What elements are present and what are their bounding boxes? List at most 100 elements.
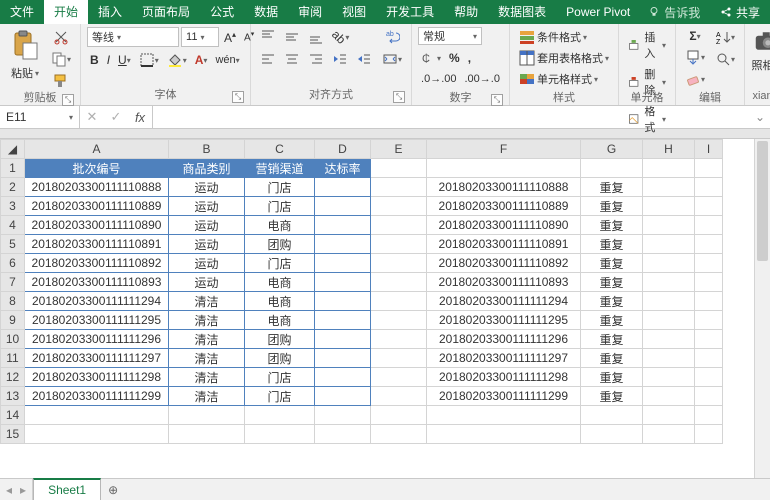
camera-button[interactable] bbox=[751, 27, 770, 55]
alignment-launcher[interactable]: ⤡ bbox=[393, 91, 405, 103]
formula-input[interactable] bbox=[153, 106, 750, 128]
row-header[interactable]: 15 bbox=[1, 425, 25, 444]
cell[interactable] bbox=[371, 387, 427, 406]
cell[interactable] bbox=[643, 178, 695, 197]
cell[interactable] bbox=[695, 235, 723, 254]
col-header-E[interactable]: E bbox=[371, 140, 427, 159]
cell[interactable]: 20180203300111111298 bbox=[25, 368, 169, 387]
cell[interactable]: 20180203300111110893 bbox=[25, 273, 169, 292]
tab-help[interactable]: 帮助 bbox=[444, 0, 488, 24]
cell[interactable]: 重复 bbox=[581, 349, 643, 368]
cell[interactable] bbox=[643, 292, 695, 311]
enter-formula-button[interactable]: ✓ bbox=[104, 109, 128, 125]
cell[interactable]: 运动 bbox=[169, 254, 245, 273]
cell[interactable] bbox=[371, 235, 427, 254]
cell[interactable] bbox=[695, 311, 723, 330]
cell[interactable]: 重复 bbox=[581, 254, 643, 273]
cell[interactable] bbox=[371, 254, 427, 273]
cell[interactable] bbox=[427, 425, 581, 444]
wrap-text-button[interactable]: ab bbox=[379, 27, 405, 47]
cell[interactable]: 商品类别 bbox=[169, 159, 245, 178]
cell[interactable]: 电商 bbox=[245, 273, 315, 292]
cell[interactable]: 运动 bbox=[169, 216, 245, 235]
row-header[interactable]: 9 bbox=[1, 311, 25, 330]
cell[interactable]: 20180203300111110892 bbox=[427, 254, 581, 273]
cell[interactable] bbox=[371, 368, 427, 387]
col-header-B[interactable]: B bbox=[169, 140, 245, 159]
merge-center-button[interactable]: ▾ bbox=[379, 49, 405, 69]
cell[interactable] bbox=[581, 406, 643, 425]
row-header[interactable]: 11 bbox=[1, 349, 25, 368]
align-top-button[interactable] bbox=[257, 27, 279, 47]
scrollbar-thumb[interactable] bbox=[757, 141, 768, 261]
col-header-D[interactable]: D bbox=[315, 140, 371, 159]
cell[interactable] bbox=[695, 349, 723, 368]
tab-formulas[interactable]: 公式 bbox=[200, 0, 244, 24]
insert-cells-button[interactable]: 插入▾ bbox=[625, 27, 669, 63]
cell[interactable]: 门店 bbox=[245, 387, 315, 406]
cell[interactable] bbox=[643, 387, 695, 406]
cancel-formula-button[interactable]: ✕ bbox=[80, 109, 104, 125]
tab-file[interactable]: 文件 bbox=[0, 0, 44, 24]
cell[interactable]: 门店 bbox=[245, 197, 315, 216]
cell[interactable]: 20180203300111110889 bbox=[427, 197, 581, 216]
increase-font-button[interactable]: A▴ bbox=[221, 28, 239, 47]
cell[interactable]: 20180203300111110890 bbox=[427, 216, 581, 235]
cell[interactable] bbox=[695, 368, 723, 387]
cell[interactable]: 20180203300111111295 bbox=[427, 311, 581, 330]
percent-button[interactable]: % bbox=[446, 49, 463, 67]
cell[interactable]: 重复 bbox=[581, 197, 643, 216]
cell[interactable] bbox=[371, 349, 427, 368]
number-launcher[interactable]: ⤡ bbox=[491, 94, 503, 106]
cell[interactable]: 清洁 bbox=[169, 368, 245, 387]
sheet-next-icon[interactable]: ▸ bbox=[20, 483, 26, 497]
row-header[interactable]: 6 bbox=[1, 254, 25, 273]
cell[interactable] bbox=[643, 235, 695, 254]
cell[interactable] bbox=[315, 368, 371, 387]
row-header[interactable]: 2 bbox=[1, 178, 25, 197]
format-as-table-button[interactable]: 套用表格格式▾ bbox=[516, 48, 612, 68]
increase-decimal-button[interactable]: .0→.00 bbox=[418, 71, 459, 87]
cell[interactable] bbox=[695, 330, 723, 349]
decrease-indent-button[interactable] bbox=[329, 49, 351, 69]
cell[interactable]: 20180203300111110891 bbox=[427, 235, 581, 254]
cell[interactable] bbox=[371, 159, 427, 178]
cell[interactable] bbox=[643, 216, 695, 235]
cell[interactable] bbox=[695, 387, 723, 406]
align-left-button[interactable] bbox=[257, 49, 279, 69]
cell[interactable]: 团购 bbox=[245, 349, 315, 368]
tell-me-search[interactable]: 告诉我 bbox=[640, 4, 708, 21]
cell[interactable] bbox=[315, 406, 371, 425]
cell[interactable]: 运动 bbox=[169, 235, 245, 254]
increase-indent-button[interactable] bbox=[353, 49, 375, 69]
name-box[interactable]: E11▾ bbox=[0, 106, 80, 128]
cell[interactable]: 重复 bbox=[581, 387, 643, 406]
cell[interactable] bbox=[695, 197, 723, 216]
cell[interactable]: 20180203300111111297 bbox=[427, 349, 581, 368]
cell[interactable] bbox=[169, 406, 245, 425]
cell[interactable] bbox=[695, 425, 723, 444]
cell[interactable] bbox=[371, 216, 427, 235]
cell[interactable]: 达标率 bbox=[315, 159, 371, 178]
cell[interactable]: 电商 bbox=[245, 292, 315, 311]
cell[interactable] bbox=[427, 159, 581, 178]
cell[interactable]: 批次编号 bbox=[25, 159, 169, 178]
cell[interactable] bbox=[695, 406, 723, 425]
tab-page-layout[interactable]: 页面布局 bbox=[132, 0, 200, 24]
cell[interactable]: 20180203300111110893 bbox=[427, 273, 581, 292]
cell[interactable] bbox=[315, 330, 371, 349]
row-header[interactable]: 7 bbox=[1, 273, 25, 292]
cell[interactable]: 20180203300111111299 bbox=[427, 387, 581, 406]
tab-datachart[interactable]: 数据图表 bbox=[488, 0, 556, 24]
cell[interactable]: 门店 bbox=[245, 254, 315, 273]
row-header[interactable]: 1 bbox=[1, 159, 25, 178]
row-header[interactable]: 8 bbox=[1, 292, 25, 311]
cell[interactable] bbox=[695, 178, 723, 197]
cell[interactable] bbox=[643, 330, 695, 349]
col-header-G[interactable]: G bbox=[581, 140, 643, 159]
cell[interactable]: 运动 bbox=[169, 197, 245, 216]
comma-button[interactable]: , bbox=[465, 49, 474, 67]
cell[interactable] bbox=[245, 406, 315, 425]
accounting-format-button[interactable]: ₵▾ bbox=[418, 48, 444, 68]
cell[interactable] bbox=[371, 178, 427, 197]
